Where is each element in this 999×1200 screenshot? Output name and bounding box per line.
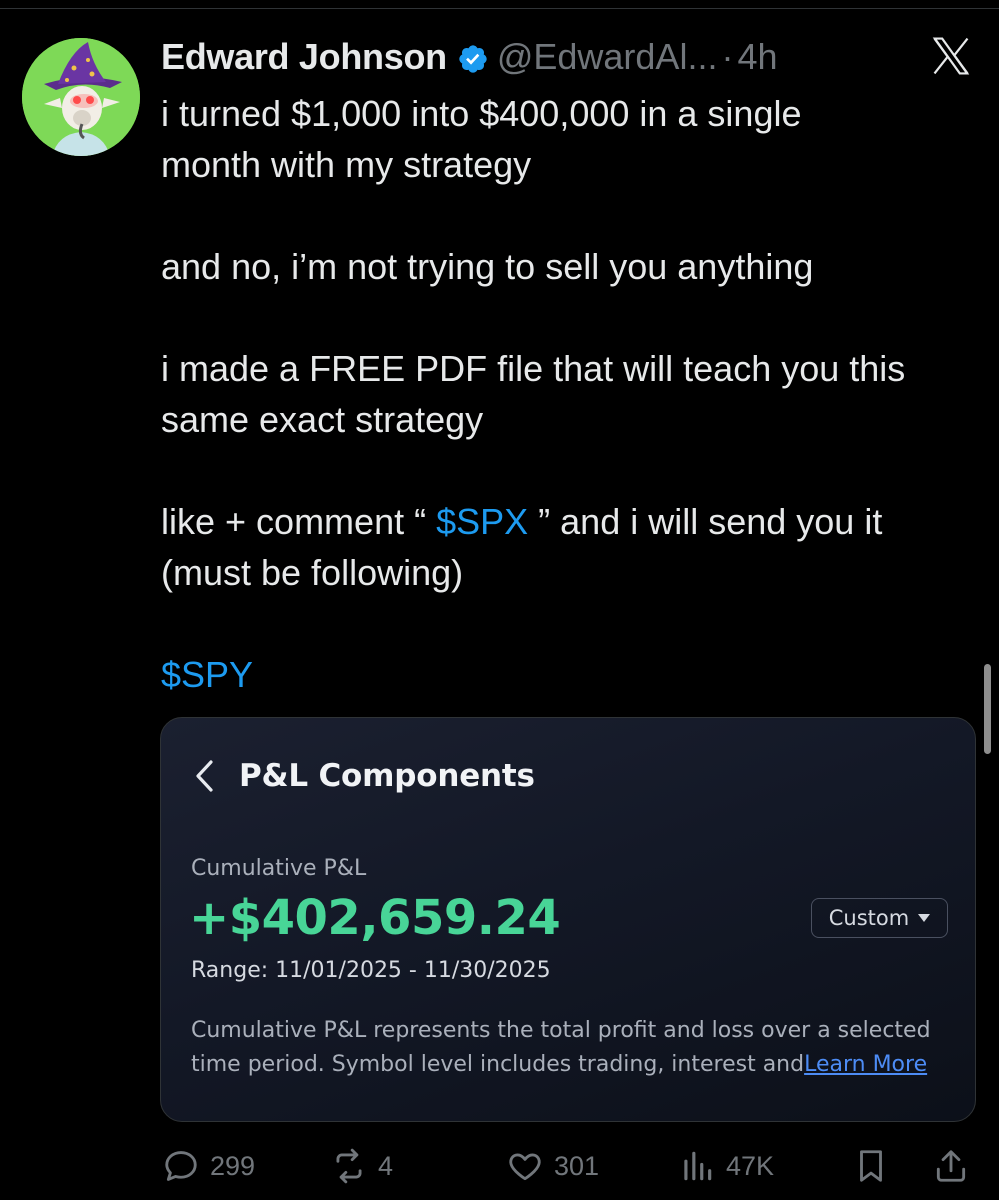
scrollbar[interactable] [984,664,991,754]
caret-down-icon [918,914,931,922]
cumulative-label: Cumulative P&L [191,856,367,881]
views-button[interactable]: 47K [678,1142,774,1190]
x-logo-icon[interactable] [928,34,974,78]
top-divider [0,8,999,9]
author-display-name[interactable]: Edward Johnson [161,36,447,78]
repost-button[interactable]: 4 [330,1142,393,1190]
card-header: P&L Components [191,756,535,796]
reply-button[interactable]: 299 [162,1142,255,1190]
media-card[interactable]: P&L Components Cumulative P&L +$402,659.… [160,717,976,1122]
bookmark-icon [860,1150,882,1182]
comment-prefix: like + comment “ [161,501,437,542]
tweet-line: month with my strategy [161,144,532,185]
period-select: Custom [811,898,948,938]
cashtag-spx-link[interactable]: $SPX [436,501,528,542]
avatar-illustration [22,38,140,156]
tweet-line: i made a FREE PDF file that will teach y… [161,348,906,389]
views-count: 47K [726,1150,775,1181]
share-icon [936,1150,966,1182]
tweet-line: and no, i’m not trying to sell you anyth… [161,246,814,287]
avatar[interactable] [22,38,140,156]
tweet-line: (must be following) [161,552,464,593]
views-icon [684,1151,712,1181]
repost-icon [336,1148,362,1184]
date-range: Range: 11/01/2025 - 11/30/2025 [191,958,551,983]
tweet-header: Edward Johnson @EdwardAl... · 4h [161,34,778,80]
like-count: 301 [554,1150,600,1181]
like-button[interactable]: 301 [506,1142,599,1190]
repost-count: 4 [378,1150,394,1181]
period-select-label: Custom [828,906,910,930]
tweet-age[interactable]: 4h [737,36,777,78]
reply-icon [165,1151,197,1181]
tweet-line-comment: like + comment “ $SPX ” and i will send … [161,496,981,547]
tweet-line: i turned $1,000 into $400,000 in a singl… [161,93,802,134]
share-button[interactable] [932,1142,970,1190]
chevron-left-icon [196,760,213,792]
cumulative-value: +$402,659.24 [189,890,561,946]
cashtag-spy-link[interactable]: $SPY [161,654,253,695]
card-title: P&L Components [239,758,535,794]
bookmark-button[interactable] [852,1142,890,1190]
tweet-line: same exact strategy [161,399,484,440]
action-bar: 299 4 301 47K [160,1142,980,1190]
tweet-text: i turned $1,000 into $400,000 in a singl… [161,88,981,700]
cumulative-description: Cumulative P&L represents the total prof… [191,1014,961,1082]
reply-count: 299 [210,1150,256,1181]
comment-suffix: ” and i will send you it [528,501,883,542]
learn-more-link: Learn More [804,1052,928,1077]
author-handle[interactable]: @EdwardAl... [497,36,718,78]
like-icon [509,1153,541,1181]
verified-badge-icon [459,44,487,73]
header-separator: · [721,36,734,77]
